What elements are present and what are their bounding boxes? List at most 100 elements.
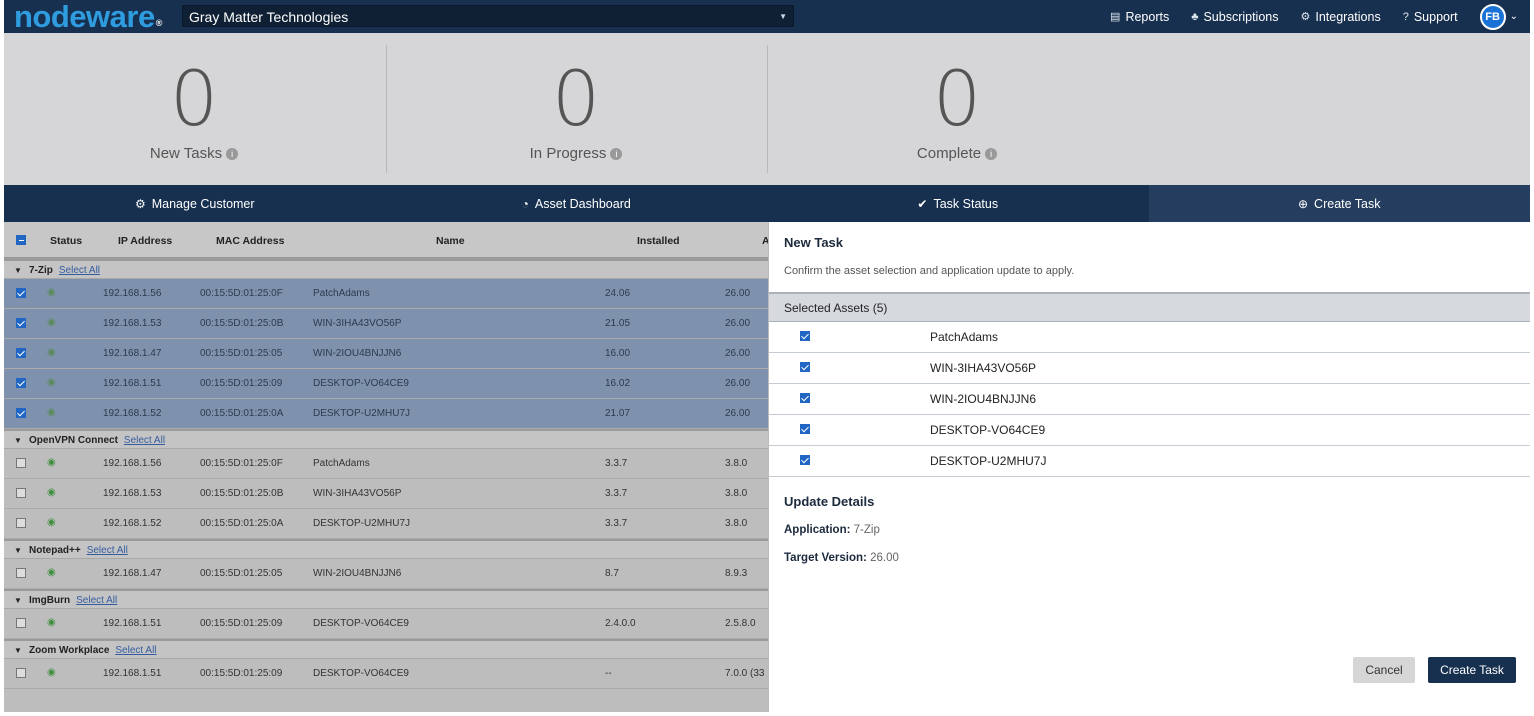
asset-checkbox[interactable] [800,331,810,341]
select-all-link[interactable]: Select All [87,545,128,556]
group-name: ImgBurn [29,595,71,606]
mac-address: 00:15:5D:01:25:09 [200,668,283,679]
eye-icon[interactable]: ◉ [47,377,56,388]
asset-name: WIN-3IHA43VO56P [313,488,402,499]
table-row[interactable]: ◉ 192.168.1.56 00:15:5D:01:25:0F PatchAdams… [4,449,768,479]
table-row[interactable]: ◉ 192.168.1.52 00:15:5D:01:25:0A DESKTOP-U2… [4,399,768,429]
tab-create-task[interactable]: ⊕ Create Task [1148,185,1530,222]
ip-address: 192.168.1.47 [103,568,162,579]
eye-icon[interactable]: ◉ [47,667,56,678]
tab-task-status[interactable]: ✔ Task Status [767,185,1149,222]
table-row[interactable]: ◉ 192.168.1.47 00:15:5D:01:25:05 WIN-2IOU4B… [4,559,768,589]
installed-version: 3.3.7 [605,488,628,499]
logo[interactable]: nodeware® [14,1,162,33]
row-checkbox[interactable] [16,518,26,528]
ip-address: 192.168.1.53 [103,488,162,499]
select-all-link[interactable]: Select All [76,595,117,606]
column-status[interactable]: Status [50,235,82,247]
eye-icon[interactable]: ◉ [47,457,56,468]
table-row[interactable]: ◉ 192.168.1.52 00:15:5D:01:25:0A DESKTOP-U2… [4,509,768,539]
row-checkbox[interactable] [16,458,26,468]
panel-subtitle: Confirm the asset selection and applicat… [784,265,1075,277]
caret-down-icon[interactable]: ▼ [14,436,22,445]
asset-checkbox[interactable] [800,424,810,434]
stat-label: Complete i [767,145,1147,162]
row-checkbox[interactable] [16,488,26,498]
tab-asset-dashboard[interactable]: ◔ Asset Dashboard [386,185,768,222]
eye-icon[interactable]: ◉ [47,617,56,628]
select-all-link[interactable]: Select All [59,265,100,276]
eye-icon[interactable]: ◉ [47,567,56,578]
row-checkbox[interactable] [16,378,26,388]
mac-address: 00:15:5D:01:25:0A [200,408,284,419]
organization-select[interactable]: Gray Matter Technologies ▼ [182,5,794,27]
table-row[interactable]: ◉ 192.168.1.51 00:15:5D:01:25:09 DESKTOP-VO… [4,659,768,689]
ip-address: 192.168.1.52 [103,518,162,529]
nav-reports[interactable]: ▤ Reports [1110,10,1169,24]
available-version: 26.00 [725,378,751,389]
group-header[interactable]: ▼ 7-Zip Select All [4,259,768,279]
cubes-icon: ♣ [1191,10,1199,23]
group-header[interactable]: ▼ ImgBurn Select All [4,589,768,609]
user-menu[interactable]: FB ⌄ [1479,3,1518,30]
asset-name: DESKTOP-VO64CE9 [313,378,409,389]
info-icon[interactable]: i [985,148,998,161]
eye-icon[interactable]: ◉ [47,407,56,418]
table-row[interactable]: ◉ 192.168.1.56 00:15:5D:01:25:0F PatchAdams… [4,279,768,309]
eye-icon[interactable]: ◉ [47,487,56,498]
row-checkbox[interactable] [16,318,26,328]
row-checkbox[interactable] [16,348,26,358]
nav-support[interactable]: ? Support [1403,10,1458,24]
table-row[interactable]: ◉ 192.168.1.51 00:15:5D:01:25:09 DESKTOP-VO… [4,369,768,399]
asset-checkbox[interactable] [800,455,810,465]
group-name: OpenVPN Connect [29,435,118,446]
asset-name: DESKTOP-VO64CE9 [313,618,409,629]
row-checkbox[interactable] [16,568,26,578]
selected-asset-item[interactable]: DESKTOP-U2MHU7J [769,446,1530,477]
installed-version: 2.4.0.0 [605,618,636,629]
caret-down-icon[interactable]: ▼ [14,646,22,655]
column-installed[interactable]: Installed [637,235,680,247]
select-all-checkbox[interactable] [16,235,26,245]
group-header[interactable]: ▼ OpenVPN Connect Select All [4,429,768,449]
eye-icon[interactable]: ◉ [47,517,56,528]
asset-checkbox[interactable] [800,362,810,372]
select-all-link[interactable]: Select All [115,645,156,656]
asset-name: PatchAdams [313,288,370,299]
create-task-button[interactable]: Create Task [1428,657,1516,683]
selected-asset-item[interactable]: DESKTOP-VO64CE9 [769,415,1530,446]
group-header[interactable]: ▼ Zoom Workplace Select All [4,639,768,659]
row-checkbox[interactable] [16,408,26,418]
nav-integrations[interactable]: ⚙ Integrations [1301,10,1381,24]
column-mac-address[interactable]: MAC Address [216,235,284,247]
table-row[interactable]: ◉ 192.168.1.53 00:15:5D:01:25:0B WIN-3IHA43… [4,309,768,339]
row-checkbox[interactable] [16,668,26,678]
eye-icon[interactable]: ◉ [47,317,56,328]
nav-subscriptions[interactable]: ♣ Subscriptions [1191,10,1278,24]
row-checkbox[interactable] [16,288,26,298]
select-all-link[interactable]: Select All [124,435,165,446]
row-checkbox[interactable] [16,618,26,628]
caret-down-icon[interactable]: ▼ [14,546,22,555]
eye-icon[interactable]: ◉ [47,347,56,358]
group-header[interactable]: ▼ Notepad++ Select All [4,539,768,559]
cancel-button[interactable]: Cancel [1353,657,1415,683]
update-details-title: Update Details [784,494,875,509]
column-name[interactable]: Name [436,235,465,247]
table-row[interactable]: ◉ 192.168.1.47 00:15:5D:01:25:05 WIN-2IOU4B… [4,339,768,369]
column-ip-address[interactable]: IP Address [118,235,172,247]
available-version: 3.8.0 [725,488,748,499]
selected-asset-name: DESKTOP-U2MHU7J [930,454,1047,468]
table-row[interactable]: ◉ 192.168.1.51 00:15:5D:01:25:09 DESKTOP-VO… [4,609,768,639]
caret-down-icon[interactable]: ▼ [14,596,22,605]
selected-asset-item[interactable]: WIN-3IHA43VO56P [769,353,1530,384]
info-icon[interactable]: i [226,148,239,161]
table-row[interactable]: ◉ 192.168.1.53 00:15:5D:01:25:0B WIN-3IHA43… [4,479,768,509]
info-icon[interactable]: i [610,148,623,161]
selected-asset-item[interactable]: WIN-2IOU4BNJJN6 [769,384,1530,415]
selected-asset-item[interactable]: PatchAdams [769,322,1530,353]
caret-down-icon[interactable]: ▼ [14,266,22,275]
eye-icon[interactable]: ◉ [47,287,56,298]
asset-checkbox[interactable] [800,393,810,403]
tab-manage-customer[interactable]: ⚙ Manage Customer [4,185,386,222]
